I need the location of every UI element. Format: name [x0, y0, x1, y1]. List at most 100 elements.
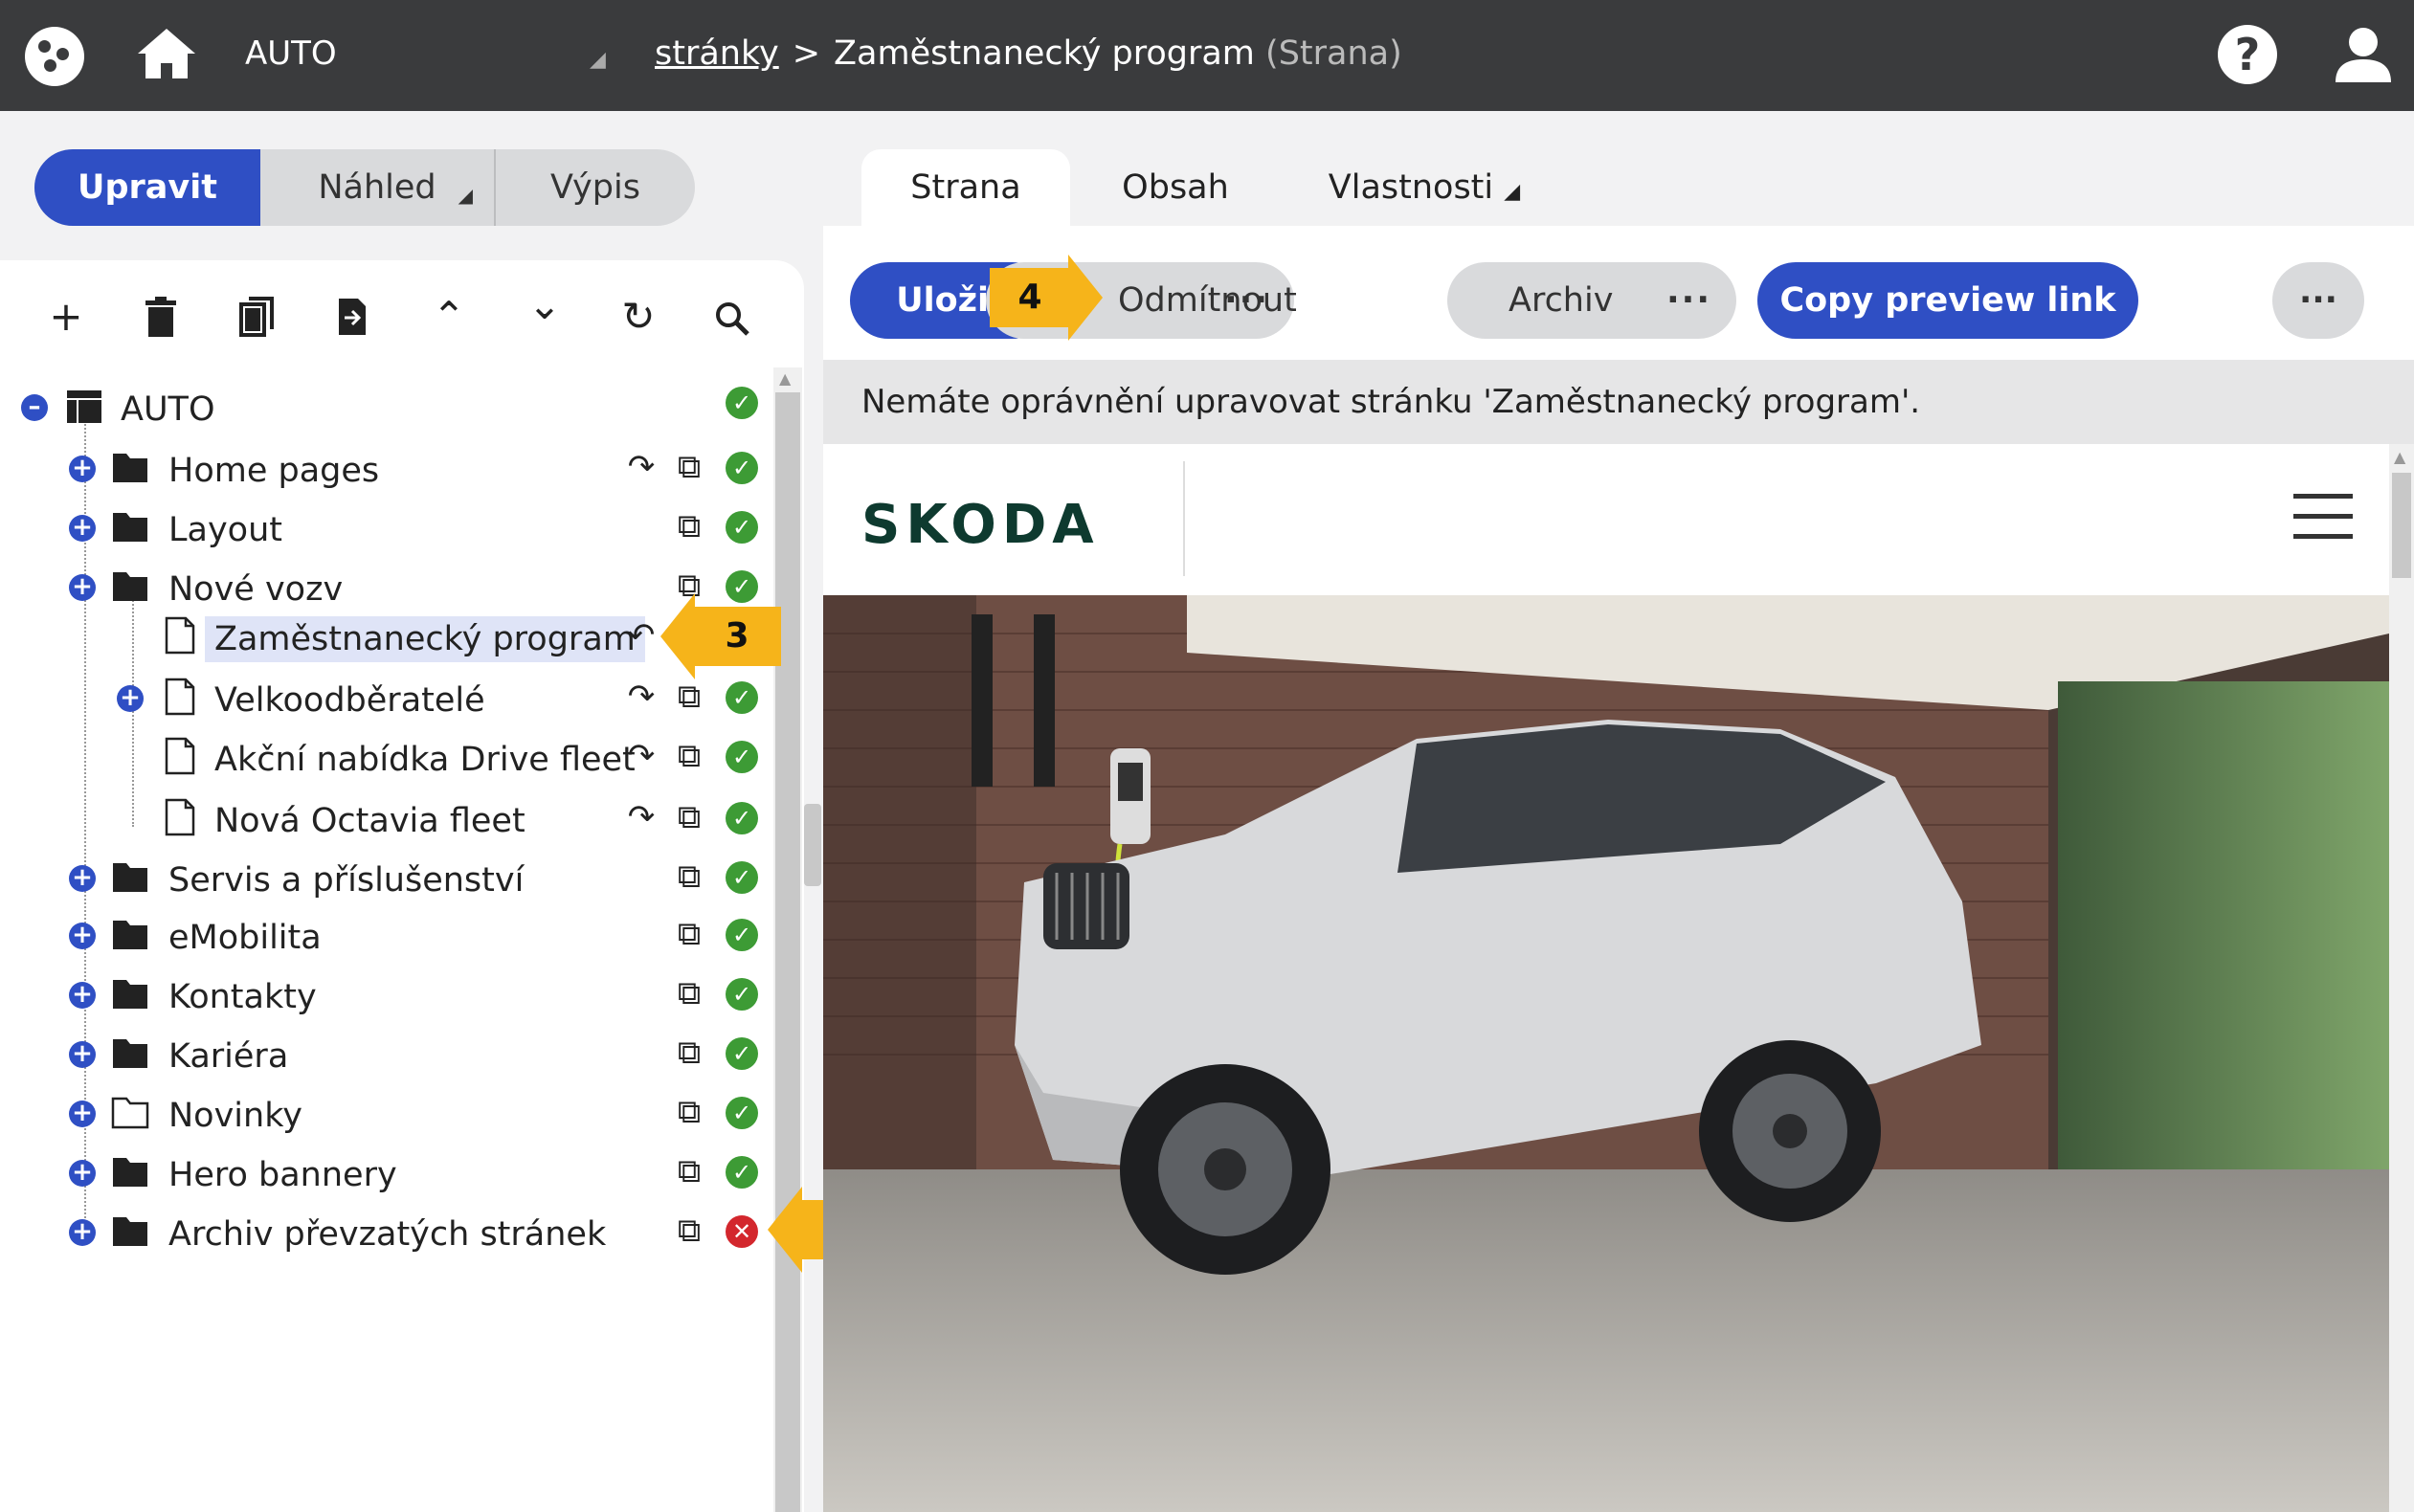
- help-icon[interactable]: ?: [2218, 25, 2277, 84]
- panel-collapse-handle[interactable]: [804, 804, 821, 886]
- open-external-icon[interactable]: ⧉: [670, 1152, 708, 1190]
- tree-node[interactable]: + Servis a příslušenství ⧉ ✓: [69, 854, 768, 907]
- expand-icon[interactable]: +: [69, 515, 96, 542]
- open-external-icon[interactable]: ⧉: [670, 974, 708, 1012]
- tree-node[interactable]: + Velkoodběratelé ↷ ⧉ ✓: [117, 674, 768, 727]
- refresh-icon[interactable]: ↻: [615, 293, 662, 341]
- archive-more-icon[interactable]: ···: [1666, 262, 1711, 339]
- expand-icon[interactable]: +: [69, 1219, 96, 1246]
- home-icon[interactable]: [136, 25, 197, 82]
- expand-icon[interactable]: +: [69, 982, 96, 1009]
- open-external-icon[interactable]: ⧉: [670, 798, 708, 836]
- tree-node[interactable]: + Novinky ⧉ ✓: [69, 1089, 768, 1143]
- redirect-icon[interactable]: ↷: [622, 737, 660, 775]
- redirect-icon[interactable]: ↷: [622, 798, 660, 836]
- expand-icon[interactable]: +: [69, 456, 96, 482]
- tree-node[interactable]: Nová Octavia fleet ↷ ⧉ ✓: [161, 794, 768, 848]
- preview-scrollbar-thumb[interactable]: [2392, 473, 2411, 578]
- search-icon[interactable]: [714, 300, 750, 337]
- tree-node-root[interactable]: – AUTO ✓: [21, 383, 768, 436]
- site-name[interactable]: AUTO: [245, 34, 337, 73]
- undo-icon[interactable]: ↶: [622, 616, 660, 655]
- tree-node-label: Akční nabídka Drive fleet: [214, 741, 636, 779]
- page-icon: [165, 798, 195, 836]
- expand-icon[interactable]: +: [69, 923, 96, 949]
- header-divider: [1183, 461, 1185, 576]
- expand-icon[interactable]: +: [69, 865, 96, 892]
- redirect-icon[interactable]: ↷: [622, 678, 660, 716]
- breadcrumb-pages-link[interactable]: stránky: [655, 34, 779, 73]
- move-icon[interactable]: [335, 297, 369, 337]
- copy-preview-link-button[interactable]: Copy preview link: [1757, 262, 2138, 339]
- tree-node[interactable]: Akční nabídka Drive fleet ↷ ⧉ ✓: [161, 733, 768, 787]
- tree-node-label: Home pages: [168, 452, 380, 490]
- status-ok-icon: ✓: [726, 452, 758, 484]
- status-error-icon: ✕: [726, 1215, 758, 1248]
- redirect-icon[interactable]: ↷: [622, 448, 660, 486]
- expand-icon[interactable]: +: [117, 685, 144, 712]
- expand-icon[interactable]: +: [69, 1101, 96, 1127]
- folder-icon: [113, 1039, 147, 1068]
- open-external-icon[interactable]: ⧉: [670, 737, 708, 775]
- expand-icon[interactable]: +: [69, 574, 96, 601]
- open-external-icon[interactable]: ⧉: [670, 1034, 708, 1072]
- tree-node-label: Archiv převzatých stránek: [168, 1215, 607, 1254]
- expand-icon[interactable]: +: [69, 1160, 96, 1187]
- site-dropdown-icon[interactable]: ◢: [590, 48, 606, 72]
- app-logo-icon[interactable]: [25, 27, 84, 86]
- move-up-icon[interactable]: ⌃: [425, 293, 473, 341]
- reject-more-icon[interactable]: ···: [1224, 262, 1269, 339]
- open-external-icon[interactable]: ⧉: [670, 1212, 708, 1250]
- tree-node[interactable]: + Kariéra ⧉ ✓: [69, 1030, 768, 1083]
- copy-icon[interactable]: [239, 297, 274, 337]
- brand-logo[interactable]: SKODA: [861, 494, 1100, 556]
- tab-list[interactable]: Výpis: [496, 149, 695, 226]
- status-ok-icon: ✓: [726, 861, 758, 894]
- folder-icon: [113, 454, 147, 482]
- open-external-icon[interactable]: ⧉: [670, 507, 708, 545]
- open-external-icon[interactable]: ⧉: [670, 857, 708, 896]
- callout-4: 4: [990, 255, 1103, 341]
- page-icon: [165, 616, 195, 655]
- collapse-icon[interactable]: –: [21, 394, 48, 421]
- hamburger-menu-icon[interactable]: [2293, 494, 2353, 540]
- open-external-icon[interactable]: ⧉: [670, 1093, 708, 1131]
- add-icon[interactable]: +: [42, 293, 90, 341]
- user-avatar-icon[interactable]: [2332, 23, 2395, 86]
- tree-node[interactable]: + Home pages ↷ ⧉ ✓: [69, 444, 768, 498]
- status-ok-icon: ✓: [726, 1097, 758, 1129]
- tree-node[interactable]: + Layout ⧉ ✓: [69, 503, 768, 557]
- tree-scrollbar-thumb[interactable]: [775, 392, 800, 1512]
- tree-node[interactable]: + Hero bannery ⧉ ✓: [69, 1148, 768, 1202]
- preview-scrollbar[interactable]: ▲: [2389, 444, 2414, 1512]
- expand-icon[interactable]: +: [69, 1041, 96, 1068]
- tree-scrollbar[interactable]: ▲: [773, 367, 802, 1512]
- scroll-up-icon[interactable]: ▲: [779, 369, 791, 388]
- delete-icon[interactable]: [144, 297, 178, 337]
- folder-icon: [113, 921, 147, 949]
- tab-preview[interactable]: Náhled ◢: [260, 149, 496, 226]
- open-external-icon[interactable]: ⧉: [670, 915, 708, 953]
- status-ok-icon: ✓: [726, 1156, 758, 1189]
- properties-dropdown-icon[interactable]: ◢: [1504, 180, 1520, 204]
- scroll-up-icon[interactable]: ▲: [2394, 448, 2405, 466]
- tree-node[interactable]: + Kontakty ⧉ ✓: [69, 970, 768, 1024]
- tab-page[interactable]: Strana: [861, 149, 1070, 226]
- tab-properties[interactable]: Vlastnosti ◢: [1300, 149, 1549, 226]
- status-ok-icon: ✓: [726, 511, 758, 544]
- open-external-icon[interactable]: ⧉: [670, 678, 708, 716]
- move-down-icon[interactable]: ⌄: [521, 281, 569, 329]
- tab-content[interactable]: Obsah: [1089, 149, 1262, 226]
- more-actions-button[interactable]: ···: [2272, 262, 2364, 339]
- tree-node-selected[interactable]: Zaměstnanecký program ↶: [161, 612, 716, 666]
- status-ok-icon: ✓: [726, 978, 758, 1011]
- tree-node[interactable]: + eMobilita ⧉ ✓: [69, 911, 768, 965]
- status-ok-icon: ✓: [726, 741, 758, 773]
- archive-label: Archiv: [1509, 281, 1614, 320]
- tree-node[interactable]: + Archiv převzatých stránek ⧉ ✕: [69, 1208, 768, 1261]
- archive-button[interactable]: Archiv ···: [1447, 262, 1736, 339]
- tab-edit[interactable]: Upravit: [34, 149, 260, 226]
- open-external-icon[interactable]: ⧉: [670, 448, 708, 486]
- preview-dropdown-icon[interactable]: ◢: [458, 157, 473, 226]
- folder-icon: [113, 1158, 147, 1187]
